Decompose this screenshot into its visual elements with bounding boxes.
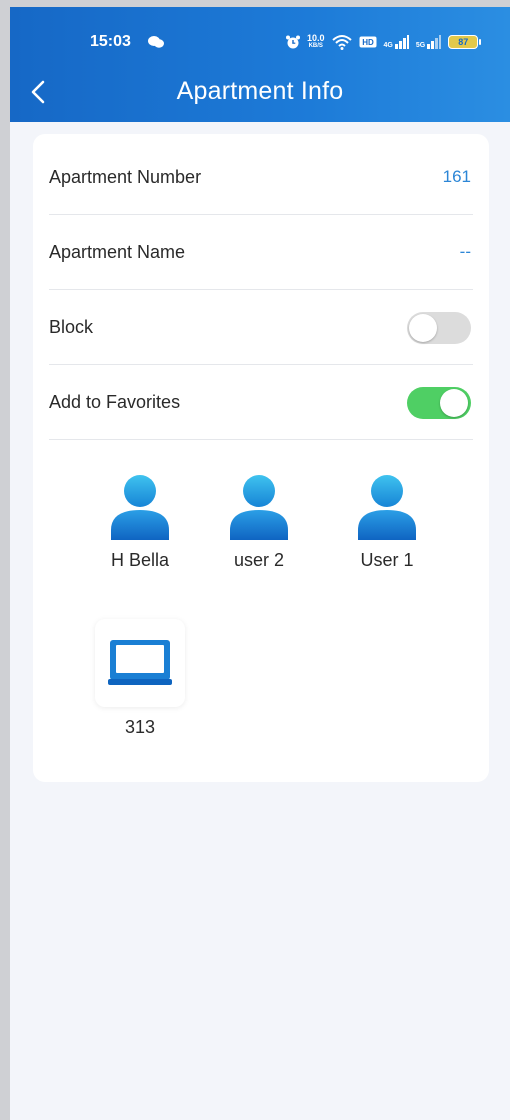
toggle-knob: [409, 314, 437, 342]
signal-bars-icon: [394, 35, 409, 49]
favorites-label: Add to Favorites: [49, 392, 181, 412]
phone-screen: 15:03 10.0 KB/S HD 4G 5G 87 Apartment In…: [10, 7, 510, 1120]
user-icon: [230, 475, 288, 540]
row-apartment-name[interactable]: Apartment Name --: [49, 215, 473, 290]
status-icons: 10.0 KB/S HD 4G 5G 87: [286, 32, 482, 52]
app-bar: 15:03 10.0 KB/S HD 4G 5G 87 Apartment In…: [10, 7, 510, 122]
battery-icon: 87: [448, 35, 482, 49]
network-speed: 10.0 KB/S: [307, 33, 325, 50]
user-icon: [111, 475, 169, 540]
apartment-number-label: Apartment Number: [49, 167, 202, 187]
toggle-knob: [440, 389, 468, 417]
row-block: Block: [49, 290, 473, 365]
wifi-icon: [331, 35, 352, 50]
apartment-number-value: 161: [442, 167, 471, 186]
status-time: 15:03: [90, 33, 131, 50]
member-name: H Bella: [110, 550, 170, 570]
member-user-2[interactable]: user 2: [204, 474, 314, 571]
row-add-to-favorites: Add to Favorites: [49, 365, 473, 440]
apartment-name-value: --: [459, 242, 471, 261]
member-name: User 1: [360, 550, 414, 570]
member-h-bella[interactable]: H Bella: [85, 474, 195, 571]
block-toggle[interactable]: [407, 312, 471, 344]
device-tile: [95, 619, 185, 707]
hd-icon: HD: [359, 36, 377, 48]
svg-text:HD: HD: [362, 38, 374, 47]
indoor-monitor-icon: [108, 640, 172, 685]
apartment-name-label: Apartment Name: [49, 242, 186, 262]
row-apartment-number: Apartment Number 161: [49, 140, 473, 215]
member-user-1[interactable]: User 1: [332, 474, 442, 571]
page-title: Apartment Info: [176, 77, 344, 105]
device-name: 313: [124, 717, 156, 737]
signal-bars-icon: [427, 35, 442, 49]
alarm-icon: [286, 35, 300, 49]
block-label: Block: [49, 317, 94, 337]
member-name: user 2: [233, 550, 285, 570]
chat-icon: [148, 36, 164, 48]
signal-5g: 5G: [416, 35, 442, 49]
user-icon: [358, 475, 416, 540]
favorites-toggle[interactable]: [407, 387, 471, 419]
signal-4g: 4G: [384, 35, 409, 49]
apartment-info-card: Apartment Number 161 Apartment Name -- B…: [33, 134, 489, 782]
device-313[interactable]: 313: [85, 619, 195, 738]
status-bar: 15:03 10.0 KB/S HD 4G 5G 87: [10, 29, 510, 59]
